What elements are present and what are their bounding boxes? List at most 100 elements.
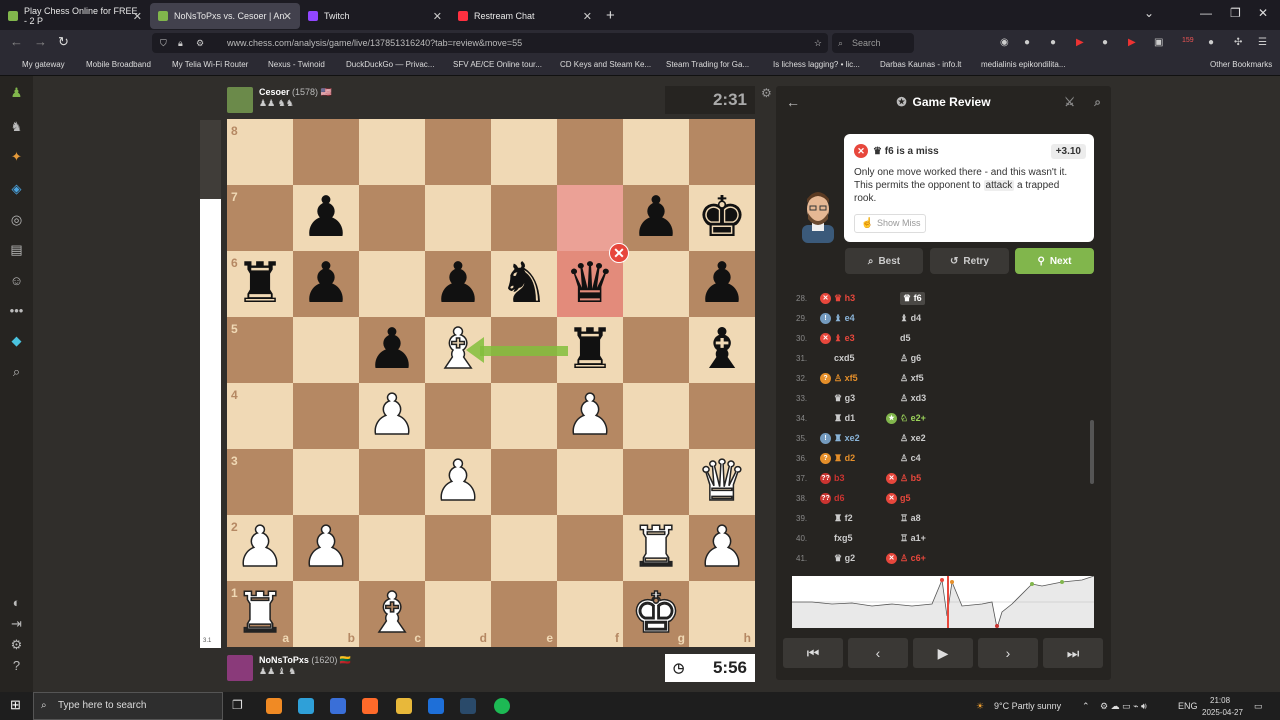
square-e3[interactable] — [491, 449, 557, 515]
square-g2[interactable]: ♜ — [623, 515, 689, 581]
vlc-icon[interactable] — [266, 698, 282, 714]
square-h7[interactable]: ♚ — [689, 185, 755, 251]
white-move[interactable]: ✕ ♛ h3 — [820, 292, 855, 304]
bookmark-item[interactable]: SFV AE/CE Online tour... — [453, 60, 542, 69]
best-button[interactable]: ⌕ Best — [845, 248, 923, 274]
white-move[interactable]: ! ♝ e4 — [820, 312, 855, 324]
last-move-button[interactable]: ⏭ — [1043, 638, 1103, 668]
extension-icon[interactable]: ● — [1102, 37, 1108, 48]
bookmark-item[interactable]: CD Keys and Steam Ke... — [560, 60, 651, 69]
square-h6[interactable]: ♟ — [689, 251, 755, 317]
white-move[interactable]: cxd5 — [834, 353, 855, 363]
menu-hamburger-icon[interactable]: ☰ — [1258, 37, 1267, 48]
square-a7[interactable]: 7 — [227, 185, 293, 251]
first-move-button[interactable]: ⏮ — [783, 638, 843, 668]
play-button[interactable]: ▶ — [913, 638, 973, 668]
square-d8[interactable] — [425, 119, 491, 185]
social-icon[interactable]: ☺ — [8, 272, 25, 289]
square-h1[interactable]: h — [689, 581, 755, 647]
black-move[interactable]: ♙ c4 — [900, 453, 921, 464]
square-g7[interactable]: ♟ — [623, 185, 689, 251]
maximize-icon[interactable]: ❐ — [1230, 6, 1241, 20]
square-b3[interactable] — [293, 449, 359, 515]
black-pawn-icon[interactable]: ♟ — [301, 190, 351, 246]
bookmark-item[interactable]: My gateway — [22, 60, 65, 69]
extension-icon[interactable]: ● — [1208, 37, 1214, 48]
tray-icons[interactable]: ⚙ ☁ ▭ ⌁ 🔊︎ — [1100, 701, 1147, 712]
black-rook-icon[interactable]: ♜ — [565, 322, 615, 378]
white-pawn-icon[interactable]: ♟ — [366, 387, 418, 445]
mute-icon[interactable]: ⚔ — [1064, 95, 1075, 109]
black-move[interactable]: ♙ xd3 — [900, 393, 926, 404]
taskbar-search-input[interactable]: ⌕ Type here to search — [33, 692, 223, 720]
black-move[interactable]: ♖ a8 — [900, 513, 921, 524]
square-b1[interactable]: b — [293, 581, 359, 647]
square-g3[interactable] — [623, 449, 689, 515]
next-move-button[interactable]: › — [978, 638, 1038, 668]
black-move[interactable]: ♖ a1+ — [900, 533, 926, 544]
search-input[interactable]: ⌕ Search — [832, 33, 914, 53]
white-rook-icon[interactable]: ♜ — [630, 519, 682, 577]
square-e1[interactable]: e — [491, 581, 557, 647]
black-queen-icon[interactable]: ♛ — [565, 256, 615, 312]
extension-n-icon[interactable]: ● — [1024, 37, 1030, 48]
clock-time[interactable]: 21:08 — [1210, 696, 1230, 705]
square-f3[interactable] — [557, 449, 623, 515]
reload-icon[interactable]: ↻ — [58, 34, 69, 50]
white-bishop-icon[interactable]: ♝ — [366, 585, 418, 643]
white-move[interactable]: ♜ d1 — [834, 413, 855, 424]
move-list-scrollbar[interactable] — [1090, 420, 1094, 484]
file-explorer-icon[interactable] — [396, 698, 412, 714]
youtube-extension-icon[interactable]: ▶ — [1076, 37, 1084, 48]
avatar[interactable] — [227, 655, 253, 681]
watch-icon[interactable]: ◎ — [8, 211, 25, 228]
square-h2[interactable]: ♟ — [689, 515, 755, 581]
black-move[interactable]: ♛ f6 — [900, 291, 925, 305]
square-g6[interactable] — [623, 251, 689, 317]
zoom-search-icon[interactable]: ⌕ — [1094, 95, 1101, 110]
square-c4[interactable]: ♟ — [359, 383, 425, 449]
square-c3[interactable] — [359, 449, 425, 515]
bookmark-item[interactable]: My Telia Wi-Fi Router — [172, 60, 248, 69]
square-b7[interactable]: ♟ — [293, 185, 359, 251]
white-king-icon[interactable]: ♚ — [630, 585, 682, 643]
black-move[interactable]: ✕ ♙ b5 — [886, 472, 921, 484]
language-indicator[interactable]: ENG — [1178, 701, 1198, 711]
white-move[interactable]: fxg5 — [834, 533, 853, 543]
extension-icon[interactable]: ● — [1050, 37, 1056, 48]
square-d4[interactable] — [425, 383, 491, 449]
square-b8[interactable] — [293, 119, 359, 185]
black-pawn-icon[interactable]: ♟ — [367, 322, 417, 378]
back-arrow-icon[interactable]: ← — [10, 34, 23, 49]
black-move[interactable]: d5 — [900, 333, 911, 343]
square-e4[interactable] — [491, 383, 557, 449]
premium-diamond-icon[interactable]: ◆ — [8, 332, 25, 349]
black-move[interactable]: ♙ xf5 — [900, 373, 924, 384]
bookmark-item[interactable]: Steam Trading for Ga... — [666, 60, 749, 69]
close-tab-icon[interactable]: ✕ — [583, 10, 592, 23]
bookmark-item[interactable]: DuckDuckGo — Privac... — [346, 60, 434, 69]
new-tab-button[interactable]: + — [606, 7, 615, 24]
white-move[interactable]: ! ♜ xe2 — [820, 432, 860, 444]
square-g8[interactable] — [623, 119, 689, 185]
square-f8[interactable] — [557, 119, 623, 185]
square-e7[interactable] — [491, 185, 557, 251]
white-move[interactable]: ✕ ♝ e3 — [820, 332, 855, 344]
square-a2[interactable]: 2 ♟ — [227, 515, 293, 581]
white-move[interactable]: ♜ f2 — [834, 513, 853, 524]
square-d3[interactable]: ♟ — [425, 449, 491, 515]
bookmark-item[interactable]: Darbas Kaunas - info.lt — [880, 60, 961, 69]
outlook-icon[interactable] — [428, 698, 444, 714]
square-e6[interactable]: ♞ — [491, 251, 557, 317]
square-a6[interactable]: 6 ♜ — [227, 251, 293, 317]
square-h3[interactable]: ♛ — [689, 449, 755, 515]
square-b4[interactable] — [293, 383, 359, 449]
show-miss-button[interactable]: ☝ Show Miss — [854, 214, 926, 233]
square-b5[interactable] — [293, 317, 359, 383]
player-name[interactable]: Cesoer — [259, 87, 290, 97]
board-settings-gear-icon[interactable]: ⚙ — [761, 86, 772, 100]
square-a8[interactable]: 8 — [227, 119, 293, 185]
evaluation-graph[interactable] — [792, 576, 1094, 628]
square-f2[interactable] — [557, 515, 623, 581]
square-h4[interactable] — [689, 383, 755, 449]
